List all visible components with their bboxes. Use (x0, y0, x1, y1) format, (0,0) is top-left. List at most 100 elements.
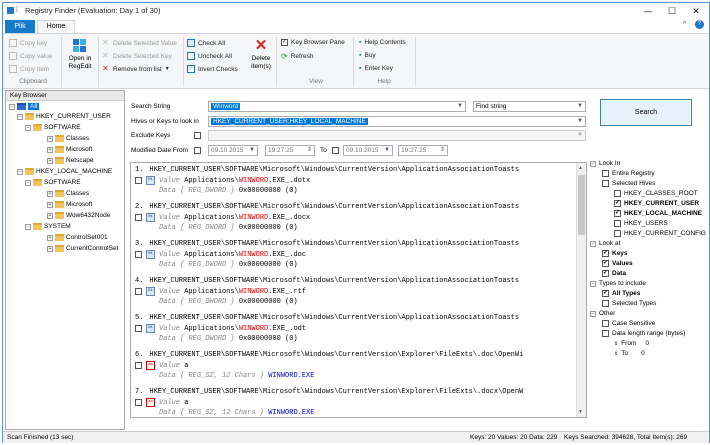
scroll-down-icon[interactable]: ▼ (578, 409, 583, 415)
result-item[interactable]: 3. HKEY_CURRENT_USER\SOFTWARE\Microsoft\W… (131, 239, 576, 270)
tree-node-hkcu-netscape[interactable]: + Netscape (47, 157, 93, 164)
copy-key-button[interactable]: Copy key (9, 39, 47, 47)
search-button[interactable]: Search (600, 99, 692, 126)
result-checkbox[interactable] (135, 177, 142, 184)
checkbox-icon[interactable] (614, 220, 621, 227)
checkbox-icon[interactable] (602, 330, 609, 337)
dropdown-arrow-icon[interactable]: ▼ (577, 117, 583, 126)
hkcc-option[interactable]: HKEY_CURRENT_CONFIG (614, 230, 706, 237)
checkbox-icon[interactable] (602, 320, 609, 327)
search-string-input[interactable]: Winword ▼ (208, 101, 466, 112)
data-length-option[interactable]: Data length range (bytes) (602, 330, 685, 337)
checkbox-icon[interactable] (602, 180, 609, 187)
uncheck-all-button[interactable]: Uncheck All (187, 52, 232, 60)
case-sensitive-option[interactable]: Case Sensitive (602, 320, 655, 327)
expand-icon[interactable]: + (47, 157, 53, 164)
tree-node-controlset001[interactable]: + ControlSet001 (47, 234, 108, 241)
collapse-icon[interactable]: − (17, 168, 23, 175)
tree-node-hklm-software[interactable]: − SOFTWARE (25, 179, 81, 186)
dropdown-arrow-icon[interactable]: ▼ (577, 131, 583, 140)
delete-selected-value-button[interactable]: ✕ Delete Selected Value (102, 39, 177, 47)
result-checkbox[interactable] (135, 325, 142, 332)
result-checkbox[interactable] (135, 399, 142, 406)
expand-icon[interactable]: + (47, 212, 53, 219)
expand-icon[interactable]: + (47, 190, 53, 197)
collapse-icon[interactable]: − (25, 223, 31, 230)
tab-home[interactable]: Home (37, 20, 75, 33)
types-group[interactable]: − Types to include (590, 280, 646, 287)
checkbox-icon[interactable] (602, 170, 609, 177)
values-option[interactable]: ✓ Values (602, 260, 633, 267)
tree-node-hklm-classes[interactable]: + Classes (47, 190, 89, 197)
hkcr-option[interactable]: HKEY_CLASSES_ROOT (614, 190, 698, 197)
help-icon[interactable]: ? (695, 20, 704, 29)
hku-option[interactable]: HKEY_USERS (614, 220, 668, 227)
minimize-button[interactable]: — (636, 3, 660, 19)
result-checkbox[interactable] (135, 288, 142, 295)
result-item[interactable]: 7. HKEY_CURRENT_USER\SOFTWARE\Microsoft\W… (131, 387, 576, 417)
collapse-icon[interactable]: − (9, 103, 15, 110)
selected-types-option[interactable]: Selected Types (602, 300, 656, 307)
close-button[interactable]: ✕ (684, 3, 708, 19)
date-to-checkbox[interactable] (332, 147, 339, 154)
calendar-dropdown-icon[interactable]: ▼ (384, 146, 390, 155)
result-item[interactable]: 2. HKEY_CURRENT_USER\SOFTWARE\Microsoft\W… (131, 202, 576, 233)
expand-icon[interactable]: + (47, 201, 53, 208)
result-item[interactable]: 1. HKEY_CURRENT_USER\SOFTWARE\Microsoft\W… (131, 165, 576, 196)
hives-input[interactable]: HKEY_CURRENT_USER;HKEY_LOCAL_MACHINE ▼ (208, 116, 586, 127)
remove-from-list-button[interactable]: ✕ Remove from list ▼ (102, 65, 170, 73)
scroll-thumb[interactable] (578, 175, 585, 235)
spinner-icon[interactable]: ⇕ (307, 146, 312, 155)
maximize-button[interactable]: ☐ (660, 3, 684, 19)
key-browser-pane-toggle[interactable]: ✓ Key Browser Pane (281, 39, 345, 46)
collapse-icon[interactable]: − (25, 179, 31, 186)
data-length-to[interactable]: ⇕ To 0 (614, 350, 645, 357)
result-item[interactable]: 4. HKEY_CURRENT_USER\SOFTWARE\Microsoft\W… (131, 276, 576, 307)
modified-date-checkbox[interactable] (194, 147, 201, 154)
calendar-dropdown-icon[interactable]: ▼ (249, 146, 255, 155)
buy-button[interactable]: ▪ Buy (359, 52, 376, 59)
tree-node-hkcu-classes[interactable]: + Classes (47, 135, 89, 142)
checkbox-icon[interactable] (614, 230, 621, 237)
delete-items-button[interactable]: ✕ Delete item(s) (247, 37, 275, 77)
tree-node-hklm[interactable]: − HKEY_LOCAL_MACHINE (17, 168, 112, 175)
checkbox-checked-icon[interactable]: ✓ (602, 260, 609, 267)
expand-icon[interactable]: + (47, 135, 53, 142)
data-length-from[interactable]: ⇕ From 0 (614, 340, 649, 347)
spinner-icon[interactable]: ⇕ (440, 146, 445, 155)
enter-key-button[interactable]: ▪ Enter Key (359, 65, 393, 72)
data-option[interactable]: ✓ Data (602, 270, 626, 277)
time-to-input[interactable]: 19:27:25 ⇕ (398, 145, 448, 156)
tab-file[interactable]: Plik (5, 20, 35, 33)
tree-node-system[interactable]: − SYSTEM (25, 223, 71, 230)
result-checkbox[interactable] (135, 214, 142, 221)
delete-selected-key-button[interactable]: ✕ Delete Selected Key (102, 52, 172, 60)
look-at-group[interactable]: − Look at (590, 240, 620, 247)
look-in-group[interactable]: − Look In (590, 160, 620, 167)
checkbox-checked-icon[interactable]: ✓ (614, 200, 621, 207)
scroll-up-icon[interactable]: ▲ (578, 165, 583, 171)
dropdown-arrow-icon[interactable]: ▼ (577, 102, 583, 111)
checkbox-checked-icon[interactable]: ✓ (602, 290, 609, 297)
hklm-option[interactable]: ✓ HKEY_LOCAL_MACHINE (614, 210, 702, 217)
expand-icon[interactable]: + (47, 245, 53, 252)
tree-node-hkcu-software[interactable]: − SOFTWARE (25, 124, 81, 131)
spinner-icon[interactable]: ⇕ (614, 351, 618, 357)
collapse-icon[interactable]: − (25, 124, 31, 131)
checkbox-checked-icon[interactable]: ✓ (602, 250, 609, 257)
results-scrollbar[interactable]: ▲ ▼ (576, 163, 586, 417)
collapse-icon[interactable]: − (590, 280, 596, 287)
tree-node-all[interactable]: − All (9, 103, 40, 110)
date-from-input[interactable]: 09.10.2015 ▼ (208, 145, 258, 156)
keys-option[interactable]: ✓ Keys (602, 250, 628, 257)
time-from-input[interactable]: 19:27:25 ⇕ (265, 145, 315, 156)
hkcu-option[interactable]: ✓ HKEY_CURRENT_USER (614, 200, 699, 207)
tree-node-hklm-wow6432node[interactable]: + Wow6432Node (47, 212, 110, 219)
dropdown-arrow-icon[interactable]: ▼ (457, 102, 463, 111)
exclude-keys-input[interactable]: ▼ (208, 130, 586, 141)
help-contents-button[interactable]: ▪ Help Contents (359, 39, 406, 46)
collapse-icon[interactable]: − (590, 240, 596, 247)
collapse-icon[interactable]: − (590, 310, 596, 317)
open-in-regedit-button[interactable]: Open in RegEdit (64, 37, 96, 75)
checkbox-checked-icon[interactable]: ✓ (602, 270, 609, 277)
